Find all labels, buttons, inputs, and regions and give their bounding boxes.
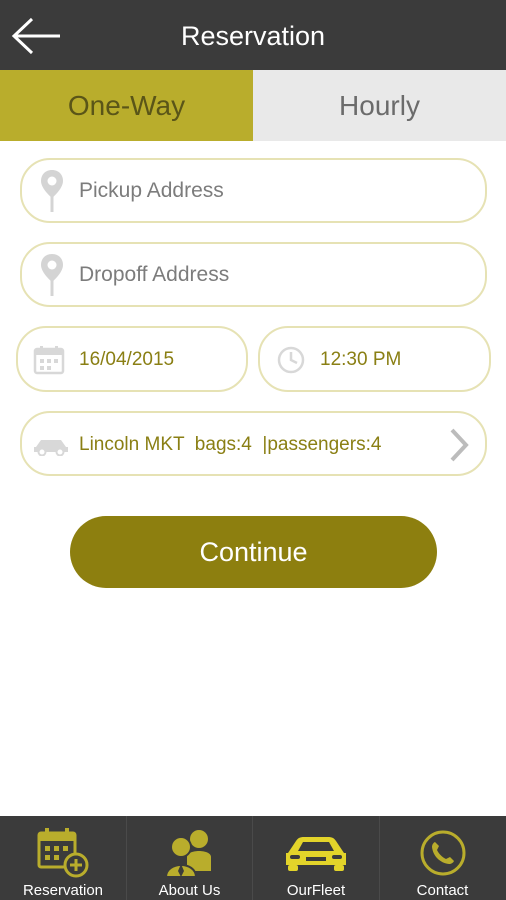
time-value: 12:30 PM	[320, 349, 402, 370]
location-pin-icon	[38, 252, 66, 298]
nav-contact-label: Contact	[416, 882, 469, 899]
chevron-right-icon	[445, 427, 473, 463]
nav-our-fleet-label: OurFleet	[286, 882, 346, 899]
trip-type-tabs: One-Way Hourly	[0, 70, 506, 141]
bottom-navigation: Reservation About Us OurFleet Contact	[0, 816, 506, 900]
time-field[interactable]: 12:30 PM	[258, 326, 491, 392]
tab-one-way[interactable]: One-Way	[0, 70, 253, 141]
nav-about-us-label: About Us	[158, 882, 221, 899]
vehicle-select-field[interactable]: Lincoln MKT bags:4 |passengers:4	[20, 411, 487, 476]
date-field[interactable]: 16/04/2015	[16, 326, 248, 392]
clock-icon	[276, 345, 306, 375]
calendar-add-icon	[37, 828, 89, 878]
nav-our-fleet[interactable]: OurFleet	[253, 816, 380, 900]
tab-hourly[interactable]: Hourly	[253, 70, 506, 141]
nav-reservation[interactable]: Reservation	[0, 816, 127, 900]
location-pin-icon	[38, 168, 66, 214]
car-icon	[32, 435, 70, 457]
pickup-address-field[interactable]: Pickup Address	[20, 158, 487, 223]
page-title: Reservation	[180, 21, 326, 51]
top-bar: Reservation	[0, 0, 506, 70]
car-icon	[286, 837, 346, 871]
people-icon	[164, 830, 211, 878]
continue-button[interactable]: Continue	[70, 516, 437, 588]
date-value: 16/04/2015	[79, 349, 175, 370]
vehicle-value: Lincoln MKT bags:4 |passengers:4	[79, 434, 382, 455]
calendar-icon	[32, 345, 66, 375]
phone-icon	[420, 830, 465, 876]
pickup-address-placeholder: Pickup Address	[79, 179, 224, 202]
nav-reservation-label: Reservation	[22, 882, 104, 899]
dropoff-address-placeholder: Dropoff Address	[79, 263, 230, 286]
dropoff-address-field[interactable]: Dropoff Address	[20, 242, 487, 307]
nav-about-us[interactable]: About Us	[127, 816, 253, 900]
nav-contact[interactable]: Contact	[380, 816, 506, 900]
